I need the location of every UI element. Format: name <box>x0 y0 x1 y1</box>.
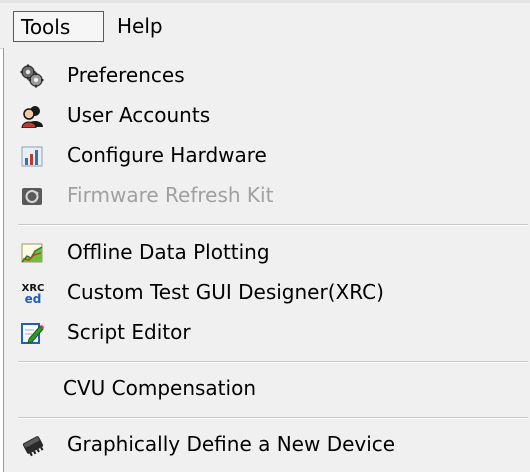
menu-separator <box>18 361 528 363</box>
menu-item-label: Offline Data Plotting <box>67 240 270 264</box>
menu-separator <box>18 417 528 419</box>
script-edit-icon <box>20 321 44 345</box>
menu-item-preferences[interactable]: Preferences <box>4 55 530 95</box>
menu-item-graphically-define-new-device[interactable]: Graphically Define a New Device <box>4 424 530 464</box>
menu-help[interactable]: Help <box>110 11 180 42</box>
tools-dropdown-menu: Preferences User Accounts Configure Hard… <box>3 48 530 472</box>
menu-separator <box>18 224 528 226</box>
menu-tools[interactable]: Tools <box>13 11 104 42</box>
menu-item-label: Graphically Define a New Device <box>67 432 396 456</box>
menu-item-label: Firmware Refresh Kit <box>67 183 274 207</box>
hardware-chart-icon <box>20 144 44 168</box>
menu-item-label: Preferences <box>67 63 185 87</box>
window-edge <box>0 0 530 3</box>
menu-item-configure-hardware[interactable]: Configure Hardware <box>4 135 530 175</box>
menu-item-label: Custom Test GUI Designer(XRC) <box>67 280 384 304</box>
xrced-icon: XRC ed <box>20 281 45 306</box>
menu-item-custom-test-gui-designer[interactable]: XRC ed Custom Test GUI Designer(XRC) <box>4 272 530 312</box>
menu-item-cvu-compensation[interactable]: CVU Compensation <box>4 368 530 408</box>
firmware-refresh-icon <box>20 184 44 208</box>
menu-item-label: Configure Hardware <box>67 143 267 167</box>
menu-bar: Tools Help <box>0 0 530 49</box>
device-chip-icon <box>20 433 44 457</box>
menu-item-firmware-refresh-kit[interactable]: Firmware Refresh Kit <box>4 175 530 215</box>
menu-item-user-accounts[interactable]: User Accounts <box>4 95 530 135</box>
users-icon <box>20 104 44 129</box>
plot-icon <box>20 241 44 265</box>
menu-item-label: Script Editor <box>67 320 191 344</box>
menu-item-label: CVU Compensation <box>63 376 256 400</box>
menu-item-label: User Accounts <box>67 103 211 127</box>
menu-item-script-editor[interactable]: Script Editor <box>4 312 530 352</box>
xrced-icon-text-bottom: ed <box>25 292 42 305</box>
gears-icon <box>20 64 44 88</box>
menu-item-offline-data-plotting[interactable]: Offline Data Plotting <box>4 232 530 272</box>
